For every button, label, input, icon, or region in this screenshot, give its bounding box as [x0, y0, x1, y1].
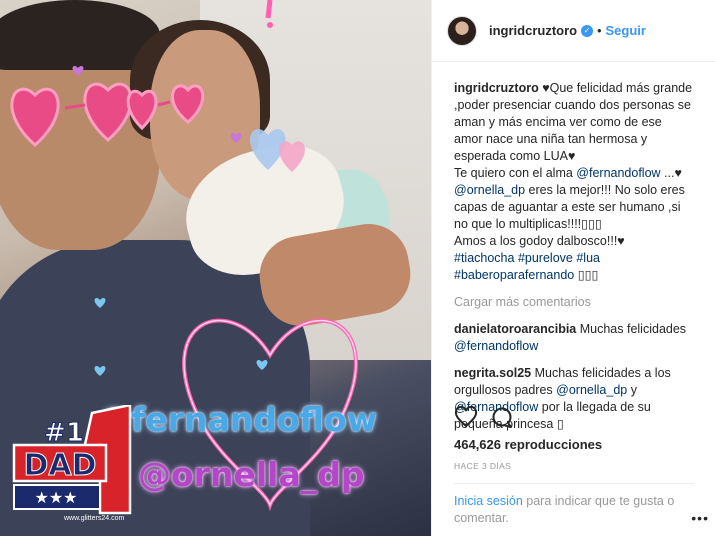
svg-text:★★★: ★★★ — [34, 490, 77, 507]
dad-number: #1 — [44, 418, 84, 448]
mention-sticker-ornella: @ornella_dp — [138, 455, 365, 494]
number-one-dad-sticker: DAD #1 ★★★ — [12, 405, 132, 515]
comment-text: Muchas felicidades — [576, 322, 687, 336]
mention-sticker-fernando: @fernandoflow — [98, 400, 378, 439]
mention-link[interactable]: @fernandoflow — [454, 339, 538, 353]
caption-text: Amos a los godoy dalbosco!!!♥ — [454, 234, 625, 248]
hashtag-link[interactable]: #purelove — [518, 251, 573, 265]
hashtag-link[interactable]: #baberoparafernando — [454, 268, 574, 282]
caption-username[interactable]: ingridcruztoro — [454, 81, 539, 95]
caption-text: ...♥ — [660, 166, 682, 180]
comments-list: ingridcruztoro ♥Que felicidad más grande… — [432, 62, 715, 433]
login-link[interactable]: Inicia sesión — [454, 494, 523, 508]
comment-username[interactable]: danielatoroarancibia — [454, 322, 576, 336]
verified-icon: ✓ — [581, 24, 594, 37]
hashtag-link[interactable]: #tiachocha — [454, 251, 514, 265]
load-more-comments-button[interactable]: Cargar más comentarios — [454, 294, 693, 311]
mention-link[interactable]: @fernandoflow — [576, 166, 660, 180]
caption: ingridcruztoro ♥Que felicidad más grande… — [454, 80, 693, 284]
mention-link[interactable]: @ornella_dp — [556, 383, 627, 397]
comment-text: y — [627, 383, 637, 397]
post-timestamp[interactable]: HACE 3 DÍAS — [454, 461, 511, 471]
comment-username[interactable]: negrita.sol25 — [454, 366, 531, 380]
header-separator: • — [597, 23, 602, 38]
header-username[interactable]: ingridcruztoro — [489, 23, 577, 38]
post-sidebar: ingridcruztoro ✓ • Seguir ingridcruztoro… — [431, 0, 715, 536]
avatar[interactable] — [447, 15, 477, 46]
action-bar — [454, 406, 514, 430]
dad-word: DAD — [23, 448, 96, 483]
caption-text: Te quiero con el alma — [454, 166, 577, 180]
hashtag-link[interactable]: #lua — [576, 251, 600, 265]
heart-glasses-sticker — [10, 82, 205, 147]
comment-icon[interactable] — [490, 406, 514, 430]
mention-link[interactable]: @ornella_dp — [454, 183, 525, 197]
more-options-icon[interactable]: ••• — [691, 510, 709, 526]
sticker-watermark: www.glitters24.com — [64, 515, 125, 522]
caption-text: ▯▯▯ — [574, 268, 599, 282]
post-media[interactable]: @fernandoflow @ornella_dp DAD #1 ★★★ www… — [0, 0, 431, 536]
view-count[interactable]: 464,626 reproducciones — [454, 437, 602, 452]
login-prompt: Inicia sesión para indicar que te gusta … — [454, 483, 694, 527]
instagram-post: @fernandoflow @ornella_dp DAD #1 ★★★ www… — [0, 0, 715, 536]
list-item: danielatoroarancibia Muchas felicidades … — [454, 321, 693, 355]
heart-icon[interactable] — [454, 406, 478, 430]
follow-button[interactable]: Seguir — [606, 23, 646, 38]
post-header: ingridcruztoro ✓ • Seguir — [432, 0, 715, 62]
